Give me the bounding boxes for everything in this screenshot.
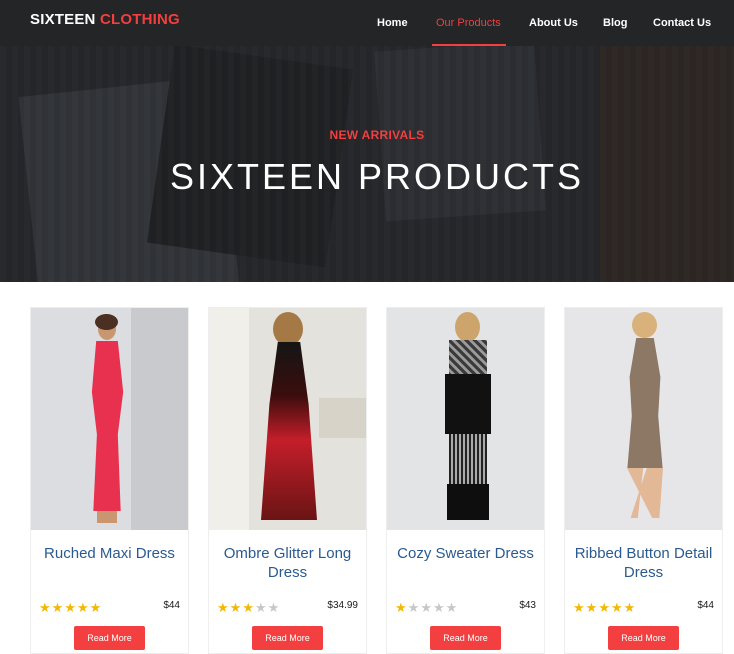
sweater-top [449, 340, 487, 376]
read-more-button[interactable]: Read More [430, 626, 501, 650]
hero-banner: NEW ARRIVALS SIXTEEN PRODUCTS [0, 46, 734, 282]
dress-shape [261, 342, 317, 520]
brand-name-accent: CLOTHING [99, 11, 180, 28]
backdrop-window [209, 308, 249, 530]
star-filled-icon: ★ [229, 600, 243, 615]
star-filled-icon: ★ [598, 600, 611, 615]
star-filled-icon: ★ [39, 600, 52, 615]
rating-stars: ★★★★★ [39, 600, 102, 616]
star-filled-icon: ★ [585, 600, 599, 615]
model-legs [627, 468, 663, 518]
hero-subtitle: NEW ARRIVALS [329, 128, 425, 142]
star-filled-icon: ★ [610, 600, 624, 615]
product-image[interactable] [209, 308, 366, 530]
navbar: SIXTEEN CLOTHING Home Our Products About… [0, 0, 734, 47]
product-card[interactable]: Ombre Glitter Long Dress ★★★★★ $34.99 Re… [208, 307, 367, 654]
model-hair [273, 312, 303, 346]
star-filled-icon: ★ [217, 600, 230, 615]
dress-shape [445, 374, 491, 434]
model-hair [455, 312, 480, 342]
star-filled-icon: ★ [573, 600, 586, 615]
rating-stars: ★★★★★ [395, 600, 458, 616]
star-empty-icon: ★ [267, 600, 281, 615]
rating-stars: ★★★★★ [573, 600, 636, 616]
product-image[interactable] [387, 308, 544, 530]
model-hair [95, 314, 118, 330]
product-image[interactable] [31, 308, 188, 530]
patterned-tights [449, 434, 487, 484]
product-card[interactable]: Ribbed Button Detail Dress ★★★★★ $44 Rea… [564, 307, 723, 654]
hero-title: SIXTEEN PRODUCTS [169, 156, 585, 197]
star-empty-icon: ★ [254, 600, 268, 615]
star-empty-icon: ★ [445, 600, 459, 615]
product-price: $43 [519, 600, 536, 611]
star-empty-icon: ★ [420, 600, 433, 615]
star-empty-icon: ★ [432, 600, 446, 615]
brand-name-primary: SIXTEEN [30, 11, 96, 28]
star-filled-icon: ★ [242, 600, 255, 615]
product-price: $44 [697, 600, 714, 611]
dress-shape [627, 338, 663, 468]
star-filled-icon: ★ [51, 600, 65, 615]
product-title[interactable]: Cozy Sweater Dress [387, 544, 544, 563]
read-more-button[interactable]: Read More [74, 626, 145, 650]
product-title[interactable]: Ribbed Button Detail Dress [565, 544, 722, 582]
knee-boots [447, 484, 489, 520]
nav-item-our-products[interactable]: Our Products [436, 17, 501, 29]
nav-item-blog[interactable]: Blog [603, 17, 627, 29]
read-more-button[interactable]: Read More [252, 626, 323, 650]
star-filled-icon: ★ [395, 600, 408, 615]
model-legs [97, 511, 117, 523]
brand-logo[interactable]: SIXTEEN CLOTHING [30, 11, 180, 28]
read-more-button[interactable]: Read More [608, 626, 679, 650]
model-hair [632, 312, 657, 338]
rating-stars: ★★★★★ [217, 600, 280, 616]
product-image[interactable] [565, 308, 722, 530]
star-filled-icon: ★ [89, 600, 103, 615]
dress-shape [91, 341, 124, 511]
star-empty-icon: ★ [407, 600, 421, 615]
product-card[interactable]: Ruched Maxi Dress ★★★★★ $44 Read More [30, 307, 189, 654]
star-filled-icon: ★ [623, 600, 637, 615]
product-card[interactable]: Cozy Sweater Dress ★★★★★ $43 Read More [386, 307, 545, 654]
backdrop-panel [131, 308, 188, 530]
star-filled-icon: ★ [76, 600, 90, 615]
nav-item-home[interactable]: Home [377, 17, 408, 29]
backdrop-furniture [319, 398, 366, 438]
product-title[interactable]: Ombre Glitter Long Dress [209, 544, 366, 582]
nav-item-about-us[interactable]: About Us [529, 17, 578, 29]
nav-item-contact-us[interactable]: Contact Us [653, 17, 711, 29]
product-price: $34.99 [327, 600, 358, 611]
product-title[interactable]: Ruched Maxi Dress [31, 544, 188, 563]
product-price: $44 [163, 600, 180, 611]
star-filled-icon: ★ [64, 600, 77, 615]
